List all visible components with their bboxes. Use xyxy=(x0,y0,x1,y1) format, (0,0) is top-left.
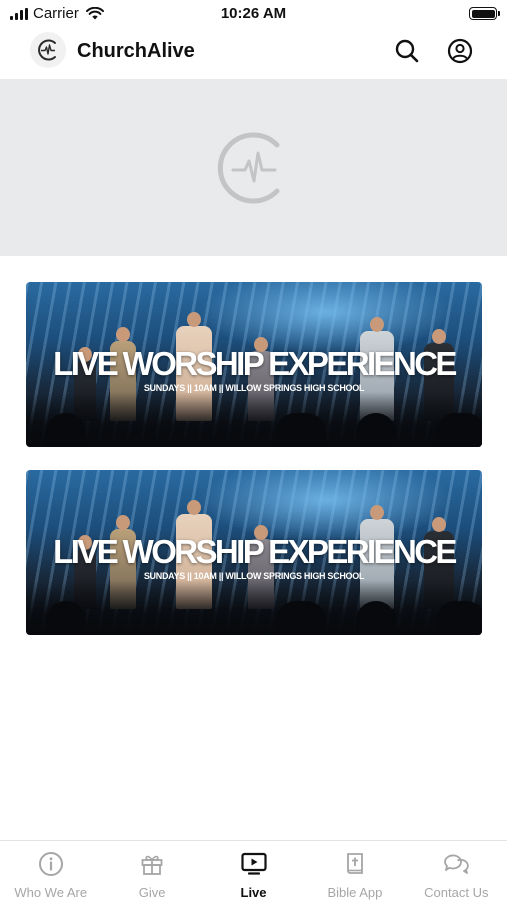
audience-silhouette xyxy=(276,601,326,635)
account-circle-icon[interactable] xyxy=(446,37,474,65)
gift-icon xyxy=(138,850,166,878)
tab-label: Contact Us xyxy=(424,885,489,900)
status-bar: Carrier 10:26 AM xyxy=(0,0,507,28)
tab-contact-us[interactable]: Contact Us xyxy=(406,841,507,900)
tab-label: Give xyxy=(138,885,166,900)
app-header: ChurchAlive xyxy=(0,28,507,78)
audience-silhouette xyxy=(46,413,86,447)
audience-silhouette xyxy=(356,601,396,635)
bottom-tab-bar: Who We Are Give Live Bible App Contact U… xyxy=(0,840,507,900)
churchalive-logo-placeholder-icon xyxy=(213,127,295,209)
tab-label: Who We Are xyxy=(14,885,88,900)
audience-silhouette xyxy=(436,601,482,635)
bible-icon xyxy=(341,850,369,878)
tab-give[interactable]: Give xyxy=(101,841,202,900)
audience-silhouette xyxy=(276,413,326,447)
tab-live[interactable]: Live xyxy=(203,841,304,900)
live-worship-banner-2[interactable]: LIVE WORSHIP EXPERIENCE SUNDAYS || 10AM … xyxy=(26,470,482,635)
tab-bible-app[interactable]: Bible App xyxy=(304,841,405,900)
banner-title: LIVE WORSHIP EXPERIENCE xyxy=(53,533,457,570)
tab-label: Bible App xyxy=(327,885,383,900)
app-title: ChurchAlive xyxy=(77,40,195,62)
tab-who-we-are[interactable]: Who We Are xyxy=(0,841,101,900)
audience-silhouette xyxy=(356,413,396,447)
banner-subtitle: SUNDAYS || 10AM || WILLOW SPRINGS HIGH S… xyxy=(143,571,365,581)
info-circle-icon xyxy=(37,850,65,878)
stage-floor xyxy=(26,392,482,447)
audience-silhouette xyxy=(46,601,86,635)
stage-floor xyxy=(26,580,482,635)
battery-icon xyxy=(469,7,500,20)
banner-text: LIVE WORSHIP EXPERIENCE SUNDAYS || 10AM … xyxy=(26,345,482,393)
chat-bubbles-icon xyxy=(442,850,470,878)
play-tv-icon xyxy=(240,850,268,878)
tab-label: Live xyxy=(240,885,267,900)
banner-subtitle: SUNDAYS || 10AM || WILLOW SPRINGS HIGH S… xyxy=(143,383,365,393)
banner-title: LIVE WORSHIP EXPERIENCE xyxy=(53,345,457,382)
live-worship-banner-1[interactable]: LIVE WORSHIP EXPERIENCE SUNDAYS || 10AM … xyxy=(26,282,482,447)
battery-level xyxy=(471,9,495,18)
audience-silhouette xyxy=(436,413,482,447)
banner-text: LIVE WORSHIP EXPERIENCE SUNDAYS || 10AM … xyxy=(26,533,482,581)
status-time: 10:26 AM xyxy=(220,5,287,22)
hero-placeholder xyxy=(0,79,507,256)
churchalive-logo-icon[interactable] xyxy=(30,32,66,68)
search-icon[interactable] xyxy=(393,37,421,65)
